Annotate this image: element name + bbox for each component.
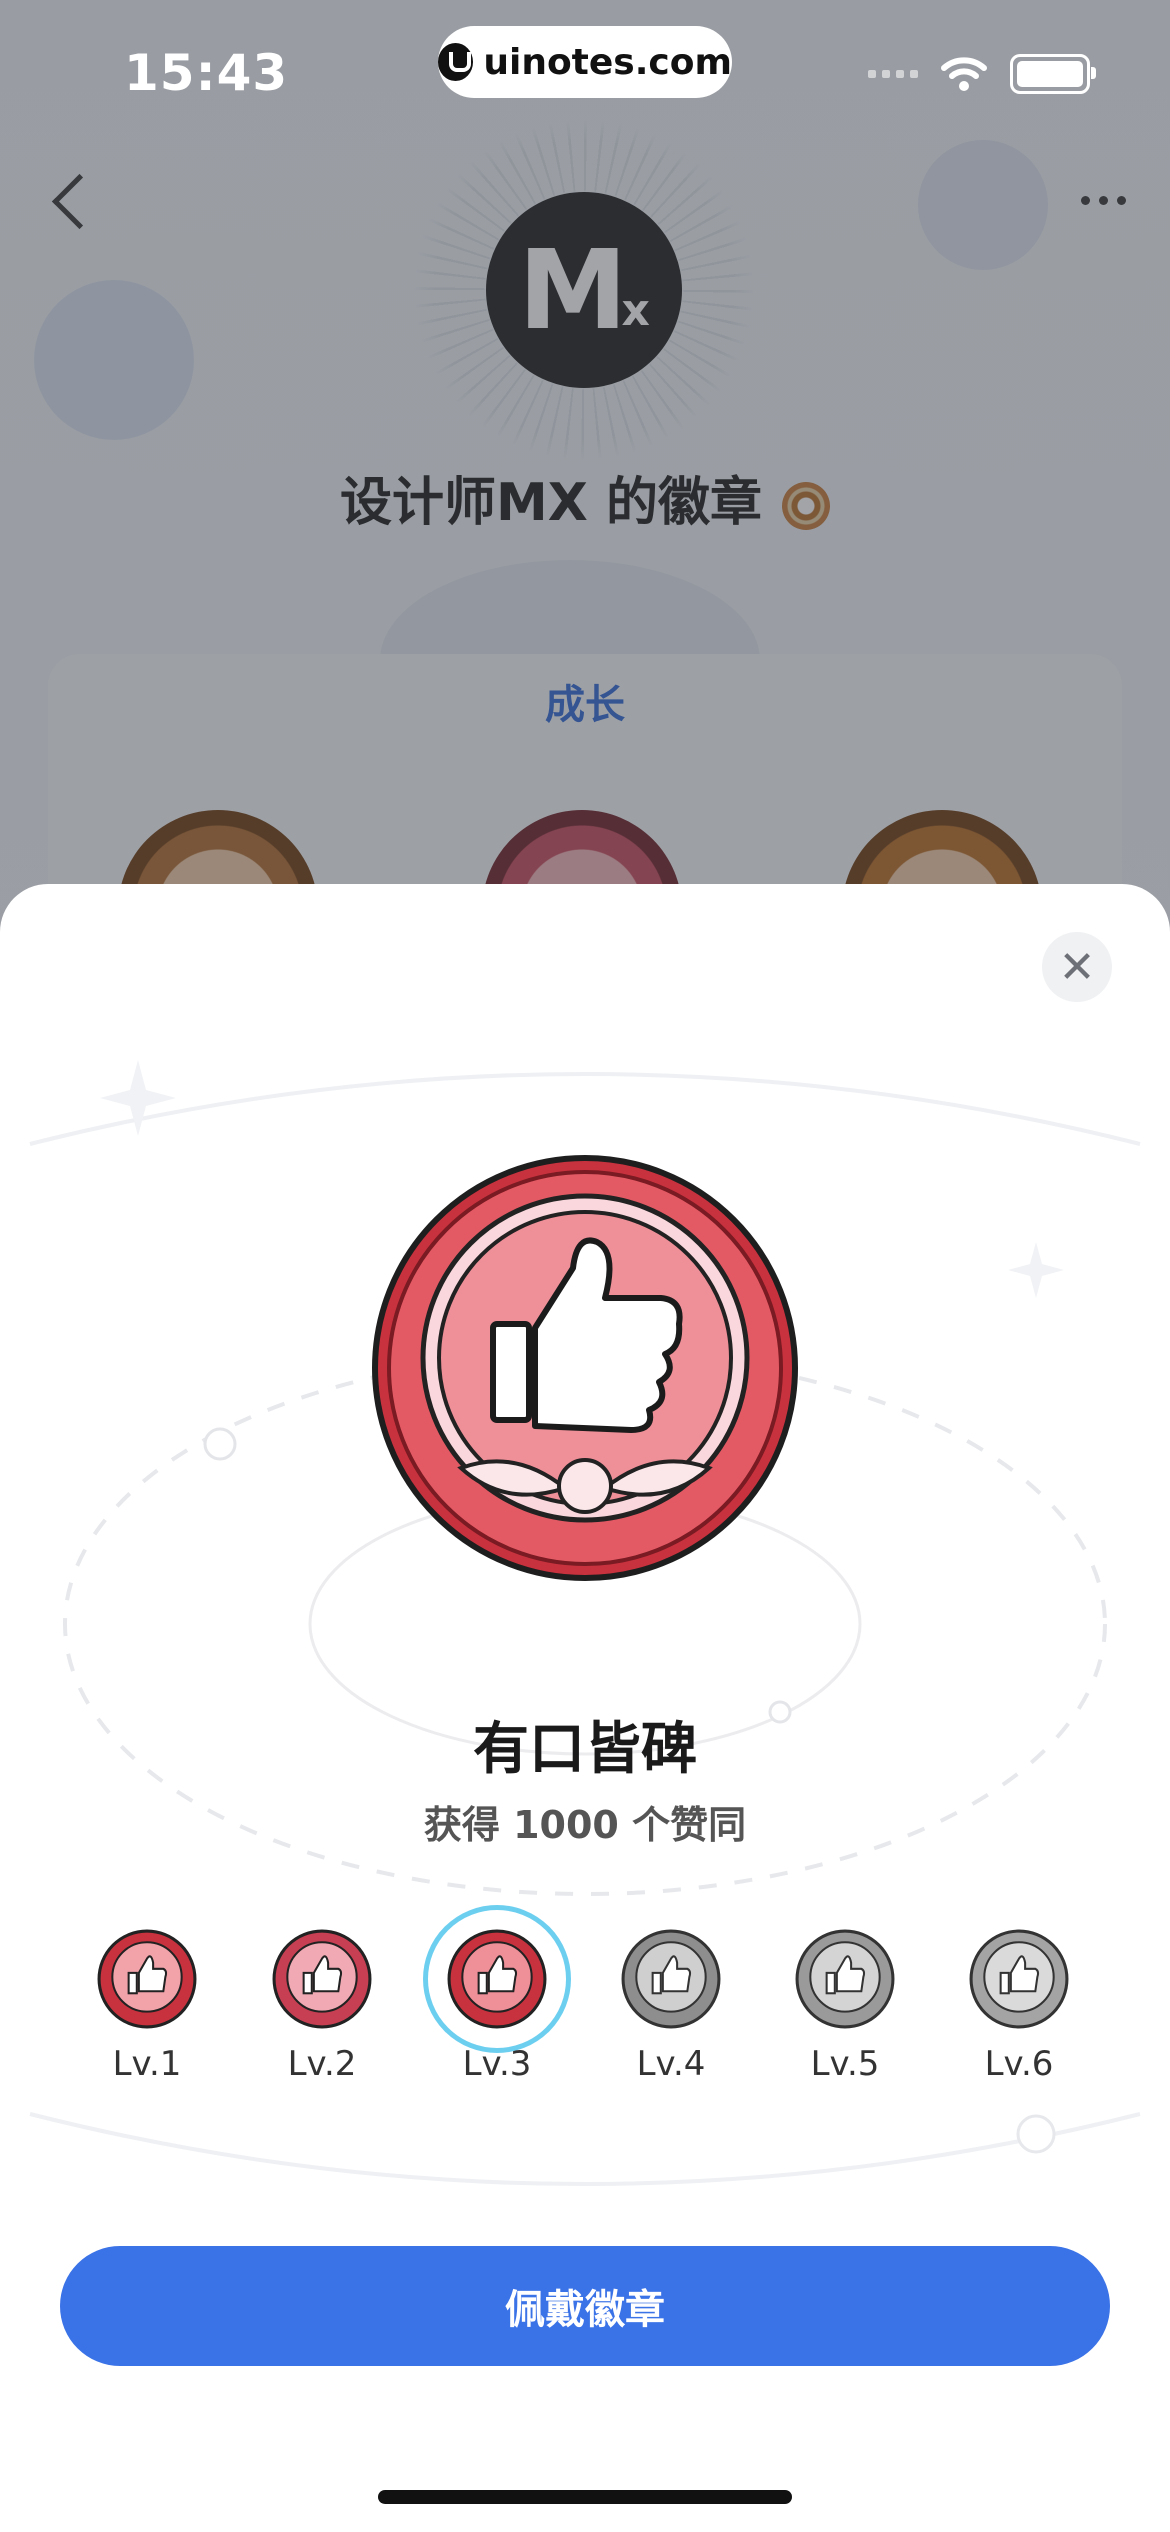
wifi-icon (941, 57, 987, 91)
badge-name: 有口皆碑 (473, 1717, 697, 1782)
level-item-1[interactable]: Lv.1 (60, 1928, 234, 2084)
battery-icon (1010, 54, 1096, 94)
home-indicator[interactable] (378, 2490, 792, 2504)
level-item-3[interactable]: Lv.3 (410, 1905, 584, 2084)
thumbs-up-badge-icon (372, 1155, 798, 1581)
eye-badge-icon (781, 482, 830, 530)
status-bar: 15:43 uinotes.com (0, 0, 1170, 140)
avatar[interactable]: Mx (486, 192, 682, 388)
wear-badge-button[interactable]: 佩戴徽章 (60, 2246, 1110, 2366)
thumbs-up-badge-icon (272, 1929, 372, 2029)
level-label: Lv.2 (287, 2044, 357, 2084)
more-icon[interactable] (1081, 196, 1126, 205)
thumbs-up-badge-locked-icon (795, 1929, 895, 2029)
status-icons (868, 54, 1096, 94)
background-page: Mx 设计师MX 的徽章 成长 (0, 0, 1170, 1054)
level-label: Lv.5 (810, 2044, 880, 2084)
level-label: Lv.4 (636, 2044, 706, 2084)
avatar-sub: x (621, 284, 650, 336)
signal-icon (868, 70, 918, 78)
thumbs-up-badge-icon (97, 1929, 197, 2029)
url-pill[interactable]: uinotes.com (438, 26, 732, 98)
avatar-letter: M (518, 226, 628, 354)
status-time: 15:43 (124, 44, 289, 102)
level-label: Lv.6 (984, 2044, 1054, 2084)
decor-circle (34, 280, 194, 440)
level-label: Lv.1 (112, 2044, 182, 2084)
level-item-6[interactable]: Lv.6 (932, 1928, 1106, 2084)
thumbs-up-badge-locked-icon (969, 1929, 1069, 2029)
level-item-2[interactable]: Lv.2 (235, 1928, 409, 2084)
thumbs-up-badge-locked-icon (621, 1929, 721, 2029)
site-logo-icon (438, 43, 474, 81)
page-title-text: 设计师MX 的徽章 (340, 473, 762, 533)
selected-level-ring (423, 1905, 571, 2053)
tab-growth[interactable]: 成长 (0, 672, 1170, 730)
level-item-5[interactable]: Lv.5 (758, 1928, 932, 2084)
decor-circle (918, 140, 1048, 270)
thumbs-up-badge-icon (447, 1929, 547, 2029)
close-button[interactable]: ✕ (1042, 932, 1112, 1002)
badge-detail-sheet: ✕ 有口皆碑 获得 1000 个赞同 Lv.1 Lv.2 Lv.3 Lv.4 L… (0, 884, 1170, 2532)
page-title: 设计师MX 的徽章 (0, 460, 1170, 535)
badge-description: 获得 1000 个赞同 (423, 1803, 747, 1847)
level-item-4[interactable]: Lv.4 (584, 1928, 758, 2084)
level-label: Lv.3 (462, 2044, 532, 2084)
url-text: uinotes.com (483, 41, 732, 83)
level-list: Lv.1 Lv.2 Lv.3 Lv.4 Lv.5 Lv.6 (60, 1905, 1110, 2128)
